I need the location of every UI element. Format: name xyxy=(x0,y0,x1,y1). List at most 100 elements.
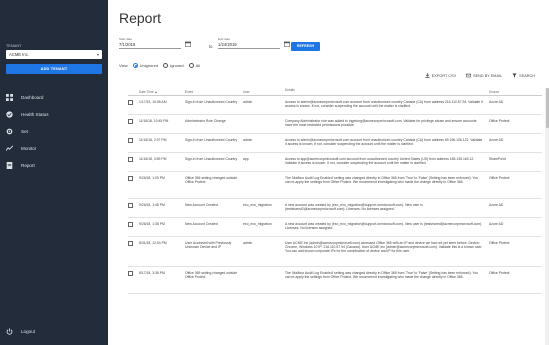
cell-date: 1/17/19, 10:08 AM xyxy=(139,100,167,104)
cell-user: admin xyxy=(243,241,253,245)
scrollbar-thumb[interactable] xyxy=(545,88,549,128)
cell-details: Access to admin@acmecorpmicrosoft.com ac… xyxy=(285,100,483,109)
table-row[interactable]: 11/16/18, 3:59 PM Sign-in from Unauthoriz… xyxy=(128,153,542,172)
table-row[interactable]: 11/16/18, 2:37 PM Sign-in from Unauthoriz… xyxy=(128,134,542,153)
start-date-label: Start date xyxy=(119,37,133,41)
refresh-button[interactable]: REFRESH xyxy=(291,42,320,51)
export-csv-button[interactable]: EXPORT CSV xyxy=(425,73,456,78)
column-header-details[interactable]: Details xyxy=(285,88,489,95)
cell-user: exo_exo_migration xyxy=(243,203,272,207)
table-row[interactable]: 8/17/18, 3:38 PM Office 365 setting chang… xyxy=(128,267,542,294)
view-label: View xyxy=(119,63,128,68)
view-option-ignored[interactable]: Ignored xyxy=(163,63,184,68)
start-date-value: 7/1/2018 xyxy=(119,42,136,47)
cell-source: Office Protect xyxy=(489,241,510,245)
report-icon xyxy=(6,161,13,169)
column-header-user[interactable]: User xyxy=(243,90,285,94)
power-icon xyxy=(6,328,13,335)
cell-date: 11/16/18, 2:37 PM xyxy=(139,138,167,142)
column-header-event[interactable]: Event xyxy=(185,90,243,94)
cell-source: Azure AD xyxy=(489,222,504,226)
row-checkbox[interactable] xyxy=(128,176,133,181)
logout-button[interactable]: Logout xyxy=(6,328,35,335)
tenant-select[interactable]: ACME Inc. ▾ xyxy=(6,50,102,59)
table-row[interactable]: 8/31/18, 12:04 PM User Accessed with Prev… xyxy=(128,237,542,267)
sidebar-item-label: Monitor xyxy=(21,145,37,151)
cell-source: Azure AD xyxy=(489,100,504,104)
tenant-value: ACME Inc. xyxy=(9,52,30,57)
row-checkbox[interactable] xyxy=(128,157,133,162)
calendar-icon[interactable] xyxy=(284,41,290,47)
cell-event: Sign-in from Unauthorized Country xyxy=(185,100,238,104)
end-date-field[interactable]: End date 1/24/2019 xyxy=(218,37,290,49)
row-checkbox[interactable] xyxy=(128,241,133,246)
cell-user: app xyxy=(243,157,249,161)
calendar-icon[interactable] xyxy=(185,41,191,47)
table-body: 1/17/19, 10:08 AM Sign-in from Unauthoriz… xyxy=(128,96,542,294)
sidebar-item-report[interactable]: Report xyxy=(6,159,102,171)
radio-icon xyxy=(163,63,169,68)
add-tenant-button[interactable]: ADD TENANT xyxy=(6,64,102,74)
filter-icon xyxy=(512,73,517,78)
cell-event: Sign-in from Unauthorized Country xyxy=(185,157,238,161)
row-checkbox[interactable] xyxy=(128,138,133,143)
column-header-source[interactable]: Source xyxy=(489,90,539,94)
table-row[interactable]: 11/16/18, 10:45 PM Administrator Role Cha… xyxy=(128,115,542,134)
health-icon xyxy=(6,110,13,118)
radio-icon xyxy=(188,63,194,68)
sidebar-item-dashboard[interactable]: Dashboard xyxy=(6,91,102,103)
cell-date: 8/17/18, 3:38 PM xyxy=(139,271,165,275)
cell-event: Sign-in from Unauthorized Country xyxy=(185,138,238,142)
start-date-field[interactable]: Start date 7/1/2018 xyxy=(119,37,191,49)
search-button[interactable]: SEARCH xyxy=(512,73,535,78)
table-header: Date Time ▲ Event User Details Source xyxy=(128,88,542,96)
page-title: Report xyxy=(119,10,162,26)
download-icon xyxy=(425,73,430,78)
table-row[interactable]: 9/26/18, 1:48 PM New Account Created exo_e… xyxy=(128,199,542,218)
sidebar-item-label: Dashboard xyxy=(21,94,44,100)
send-email-button[interactable]: SEND BY EMAIL xyxy=(466,73,502,78)
view-option-all[interactable]: All xyxy=(188,63,200,68)
table-row[interactable]: 9/26/18, 1:09 PM Office 365 setting chang… xyxy=(128,172,542,199)
cell-source: Azure AD xyxy=(489,203,504,207)
cell-source: Office Protect xyxy=(489,176,510,180)
cell-details: Company Administrator role was added to … xyxy=(285,119,477,128)
cell-user xyxy=(243,172,285,198)
view-option-unignored[interactable]: Unignored xyxy=(132,63,158,68)
row-checkbox[interactable] xyxy=(128,271,133,276)
scrollbar[interactable] xyxy=(545,88,549,345)
row-checkbox[interactable] xyxy=(128,222,133,227)
monitor-icon xyxy=(6,144,13,151)
cell-user xyxy=(243,267,285,293)
cell-source: Office Protect xyxy=(489,119,510,123)
table-row[interactable]: 9/26/18, 1:38 PM New Account Created exo_e… xyxy=(128,218,542,237)
table-row[interactable]: 1/17/19, 10:08 AM Sign-in from Unauthoriz… xyxy=(128,96,542,115)
end-date-value: 1/24/2019 xyxy=(218,42,237,47)
cell-details: User ACME Inc (admin@acmecorpmicrosoft.c… xyxy=(285,241,483,254)
report-table: Date Time ▲ Event User Details Source 1/… xyxy=(128,88,542,294)
cell-details: Access to admin@acmecorpmicrosoft.com ac… xyxy=(285,138,483,147)
sidebar-item-monitor[interactable]: Monitor xyxy=(6,142,102,154)
row-checkbox[interactable] xyxy=(128,100,133,105)
cell-details: A new account was created by (exo_exo_mi… xyxy=(285,222,483,231)
sidebar-item-set[interactable]: Set xyxy=(6,125,102,137)
cell-user: admin xyxy=(243,100,253,104)
row-checkbox[interactable] xyxy=(128,119,133,124)
logout-label: Logout xyxy=(21,329,36,334)
cell-event: User Accessed with Previously Unknown De… xyxy=(185,241,232,250)
column-header-date[interactable]: Date Time ▲ xyxy=(139,90,185,94)
row-checkbox[interactable] xyxy=(128,203,133,208)
cell-source: Office Protect xyxy=(489,271,510,275)
cell-event: Office 365 setting changed outside Offic… xyxy=(185,271,238,280)
sidebar-item-health-status[interactable]: Health Status xyxy=(6,108,102,120)
mail-icon xyxy=(466,73,472,78)
cell-date: 9/26/18, 1:09 PM xyxy=(139,176,165,180)
cell-user: exo_exo_migration xyxy=(243,222,272,226)
cell-details: Access to app@acmecorpmicrosoft.com acco… xyxy=(285,157,475,166)
cell-event: Office 365 setting changed outside Offic… xyxy=(185,176,238,185)
cell-user: admin xyxy=(243,138,253,142)
sidebar-item-label: Health Status xyxy=(21,111,49,117)
cell-date: 9/26/18, 1:48 PM xyxy=(139,203,165,207)
sidebar-item-label: Report xyxy=(21,162,35,168)
sidebar-item-label: Set xyxy=(21,128,28,134)
